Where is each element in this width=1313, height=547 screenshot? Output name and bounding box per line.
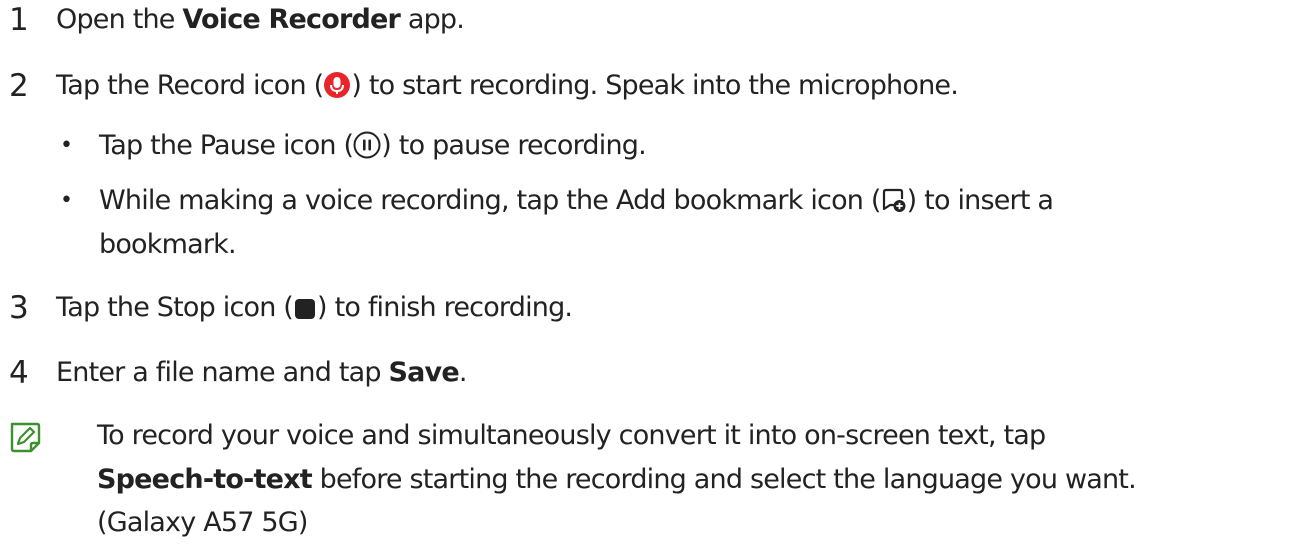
note-text: Speech-to-text before starting the recor… (97, 464, 1137, 495)
pause-icon (353, 131, 381, 169)
save-label: Save (388, 357, 459, 388)
bullet-text-continued: bookmark. (99, 229, 237, 260)
step-text: Tap the Stop icon () to finish recording… (56, 290, 573, 331)
step-text: Open the Voice Recorder app. (56, 4, 465, 35)
stop-icon (293, 295, 317, 331)
note-text: (Galaxy A57 5G) (97, 507, 308, 538)
note-text: To record your voice and simultaneously … (97, 420, 1046, 451)
bullet-text: Tap the Pause icon () to pause recording… (99, 128, 647, 169)
step-number: 2 (9, 68, 29, 104)
step-text: Tap the Record icon () to start recordin… (56, 68, 959, 109)
step-number: 1 (9, 2, 29, 38)
bullet-marker: • (60, 188, 73, 213)
page: { "steps": [ { "number": "1", "pre": "Op… (0, 0, 1313, 547)
step-number: 3 (9, 290, 29, 326)
step-number: 4 (9, 355, 29, 391)
bullet-text: While making a voice recording, tap the … (99, 183, 1054, 224)
note-pencil-icon (8, 421, 42, 457)
microphone-record-icon (323, 71, 351, 109)
bullet-marker: • (60, 133, 73, 158)
step-text: Enter a file name and tap Save. (56, 357, 467, 388)
add-bookmark-icon (881, 186, 907, 224)
app-name: Voice Recorder (182, 4, 401, 35)
speech-to-text-label: Speech-to-text (97, 464, 313, 495)
